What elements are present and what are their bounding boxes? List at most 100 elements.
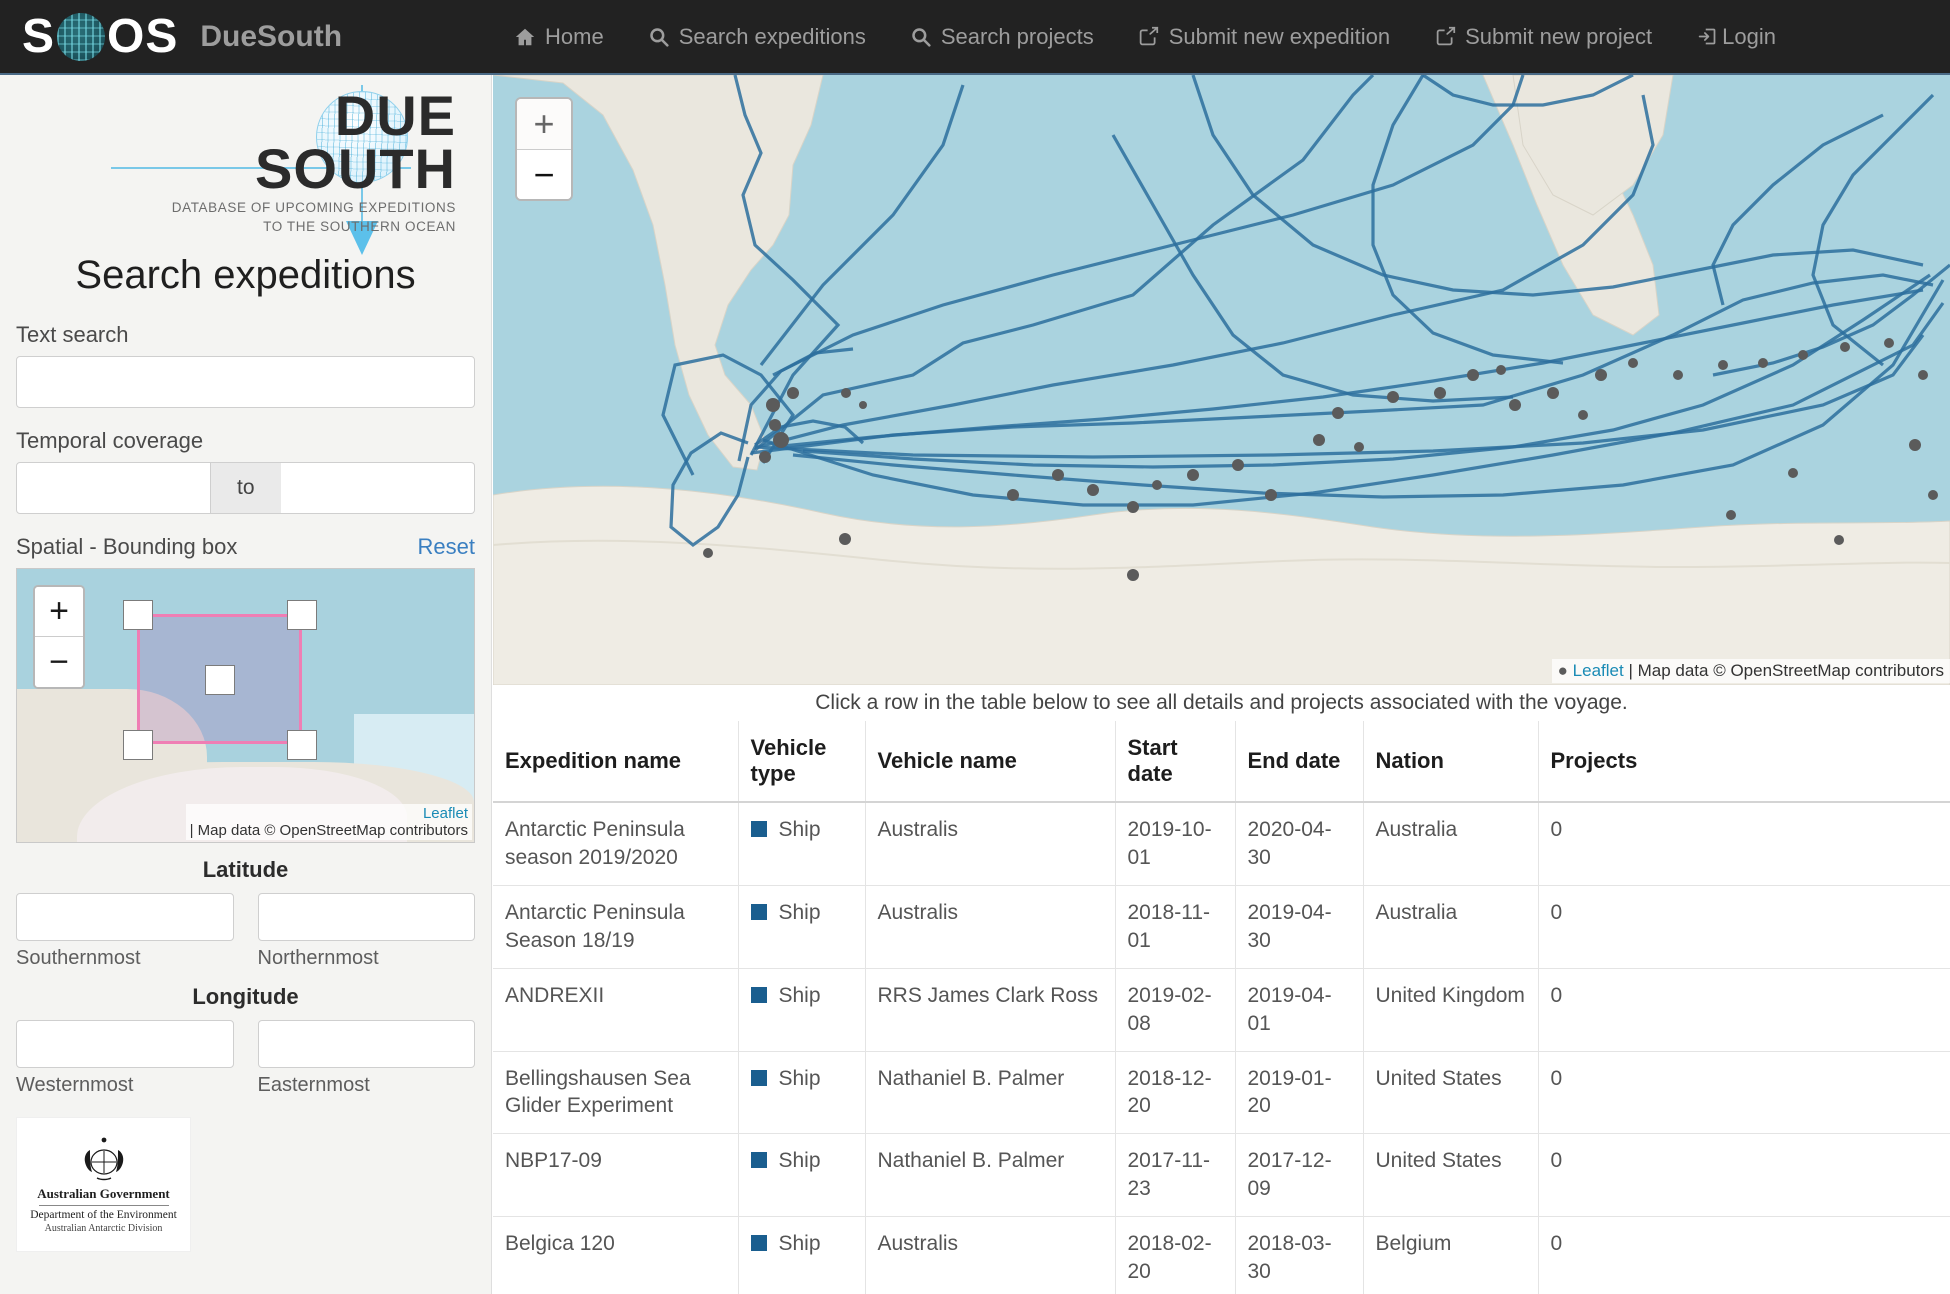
westernmost-label: Westernmost (16, 1074, 234, 1097)
map-zoom-in-button[interactable]: + (517, 99, 571, 149)
easternmost-input[interactable] (258, 1020, 476, 1068)
nav-links: Home Search expeditions Search projects … (492, 24, 1798, 50)
temporal-coverage-row: to (16, 462, 475, 514)
column-header-end-date[interactable]: End date (1235, 721, 1363, 802)
table-row[interactable]: Antarctic Peninsula season 2019/2020 Shi… (493, 802, 1950, 885)
vehicle-type-swatch (751, 1152, 767, 1168)
cell-expedition-name: ANDREXII (493, 968, 738, 1051)
nav-label-submit-new-project: Submit new project (1465, 24, 1652, 50)
cell-nation: Belgium (1363, 1217, 1538, 1294)
commonwealth-coat-of-arms-icon (73, 1136, 135, 1182)
table-row[interactable]: Antarctic Peninsula Season 18/19 Ship Au… (493, 885, 1950, 968)
westernmost-input[interactable] (16, 1020, 234, 1068)
table-row[interactable]: Bellingshausen Sea Glider Experiment Shi… (493, 1051, 1950, 1134)
minimap-leaflet-link[interactable]: Leaflet (190, 805, 468, 822)
text-search-label: Text search (16, 322, 475, 348)
nav-item-home[interactable]: Home (492, 24, 626, 50)
cell-nation: United States (1363, 1134, 1538, 1217)
cell-start-date: 2018-02-20 (1115, 1217, 1235, 1294)
map-leaflet-link[interactable]: Leaflet (1573, 661, 1624, 680)
logo-line-due: DUE (156, 89, 456, 142)
minimap-zoom-controls: + − (33, 585, 85, 689)
cell-projects: 0 (1538, 1134, 1950, 1217)
nav-label-login: Login (1722, 24, 1776, 50)
cell-vehicle-name: Australis (865, 1217, 1115, 1294)
nav-item-login[interactable]: Login (1674, 24, 1798, 50)
column-header-expedition-name[interactable]: Expedition name (493, 721, 738, 802)
spatial-bounding-box-label: Spatial - Bounding box (16, 534, 237, 560)
bbox-handle-se[interactable] (287, 730, 317, 760)
cell-end-date: 2017-12-09 (1235, 1134, 1363, 1217)
logo-tagline-2: TO THE SOUTHERN OCEAN (156, 218, 456, 236)
nav-item-submit-new-project[interactable]: Submit new project (1412, 24, 1674, 50)
search-sidebar: DUE SOUTH DATABASE OF UPCOMING EXPEDITIO… (0, 75, 492, 1294)
cell-vehicle-type: Ship (738, 802, 865, 885)
cell-expedition-name: NBP17-09 (493, 1134, 738, 1217)
bbox-handle-sw[interactable] (123, 730, 153, 760)
easternmost-label: Easternmost (258, 1074, 476, 1097)
vehicle-type-swatch (751, 904, 767, 920)
column-header-nation[interactable]: Nation (1363, 721, 1538, 802)
column-header-start-date[interactable]: Start date (1115, 721, 1235, 802)
easternmost-field-group: Easternmost (258, 1020, 476, 1097)
expeditions-table: Expedition name Vehicle type Vehicle nam… (493, 721, 1950, 1294)
search-input[interactable] (16, 356, 475, 408)
logo-line-south: SOUTH (156, 142, 456, 195)
bounding-box-minimap[interactable]: + − Leaflet | Map data © OpenStreetMap c… (16, 568, 475, 843)
table-header-row: Expedition name Vehicle type Vehicle nam… (493, 721, 1950, 802)
nav-item-search-expeditions[interactable]: Search expeditions (626, 24, 888, 50)
reset-bbox-link[interactable]: Reset (418, 534, 475, 560)
column-header-vehicle-name[interactable]: Vehicle name (865, 721, 1115, 802)
minimap-zoom-in-button[interactable]: + (35, 587, 83, 637)
table-row[interactable]: NBP17-09 Ship Nathaniel B. Palmer 2017-1… (493, 1134, 1950, 1217)
nav-label-submit-new-expedition: Submit new expedition (1169, 24, 1390, 50)
map-zoom-out-button[interactable]: − (517, 149, 571, 199)
nav-item-search-projects[interactable]: Search projects (888, 24, 1116, 50)
table-row[interactable]: Belgica 120 Ship Australis 2018-02-20 20… (493, 1217, 1950, 1294)
westernmost-field-group: Westernmost (16, 1020, 234, 1097)
column-header-projects[interactable]: Projects (1538, 721, 1950, 802)
cell-vehicle-name: Nathaniel B. Palmer (865, 1134, 1115, 1217)
bbox-handle-nw[interactable] (123, 600, 153, 630)
map-attribution: ● Leaflet | Map data © OpenStreetMap con… (1552, 659, 1950, 683)
southernmost-input[interactable] (16, 893, 234, 941)
brand[interactable]: S OS DueSouth (0, 9, 342, 65)
northernmost-input[interactable] (258, 893, 476, 941)
cell-start-date: 2019-02-08 (1115, 968, 1235, 1051)
latitude-title: Latitude (16, 857, 475, 883)
search-icon (910, 26, 932, 48)
cell-start-date: 2019-10-01 (1115, 802, 1235, 885)
nav-item-submit-new-expedition[interactable]: Submit new expedition (1116, 24, 1412, 50)
column-header-vehicle-type[interactable]: Vehicle type (738, 721, 865, 802)
cell-projects: 0 (1538, 802, 1950, 885)
vehicle-type-swatch (751, 1235, 767, 1251)
gov-logo-line-3: Australian Antarctic Division (45, 1223, 163, 1234)
cell-vehicle-type: Ship (738, 1134, 865, 1217)
cell-end-date: 2019-01-20 (1235, 1051, 1363, 1134)
table-row[interactable]: ANDREXII Ship RRS James Clark Ross 2019-… (493, 968, 1950, 1051)
expedition-tracks-map[interactable]: + − ● Leaflet | Map data © OpenStreetMap… (493, 75, 1950, 685)
temporal-from-input[interactable] (16, 462, 211, 514)
expeditions-table-container[interactable]: Expedition name Vehicle type Vehicle nam… (493, 721, 1950, 1294)
gov-logo-line-2: Department of the Environment (30, 1209, 177, 1221)
bbox-handle-center[interactable] (205, 665, 235, 695)
table-hint-text: Click a row in the table below to see al… (493, 685, 1950, 721)
globe-icon (57, 13, 105, 61)
cell-vehicle-type: Ship (738, 1217, 865, 1294)
soos-logo-os: OS (107, 13, 178, 61)
cell-start-date: 2018-11-01 (1115, 885, 1235, 968)
nav-label-search-projects: Search projects (941, 24, 1094, 50)
bbox-handle-ne[interactable] (287, 600, 317, 630)
minimap-osm-attribution: | Map data © OpenStreetMap contributors (190, 822, 468, 839)
cell-vehicle-name: Nathaniel B. Palmer (865, 1051, 1115, 1134)
vehicle-type-swatch (751, 987, 767, 1003)
map-canvas (493, 75, 1950, 685)
cell-projects: 0 (1538, 1217, 1950, 1294)
northernmost-field-group: Northernmost (258, 893, 476, 970)
cell-vehicle-type: Ship (738, 968, 865, 1051)
map-osm-attribution: | Map data © OpenStreetMap contributors (1628, 661, 1944, 680)
cell-nation: United Kingdom (1363, 968, 1538, 1051)
minimap-zoom-out-button[interactable]: − (35, 637, 83, 687)
vehicle-type-swatch (751, 1070, 767, 1086)
temporal-to-input[interactable] (281, 462, 475, 514)
